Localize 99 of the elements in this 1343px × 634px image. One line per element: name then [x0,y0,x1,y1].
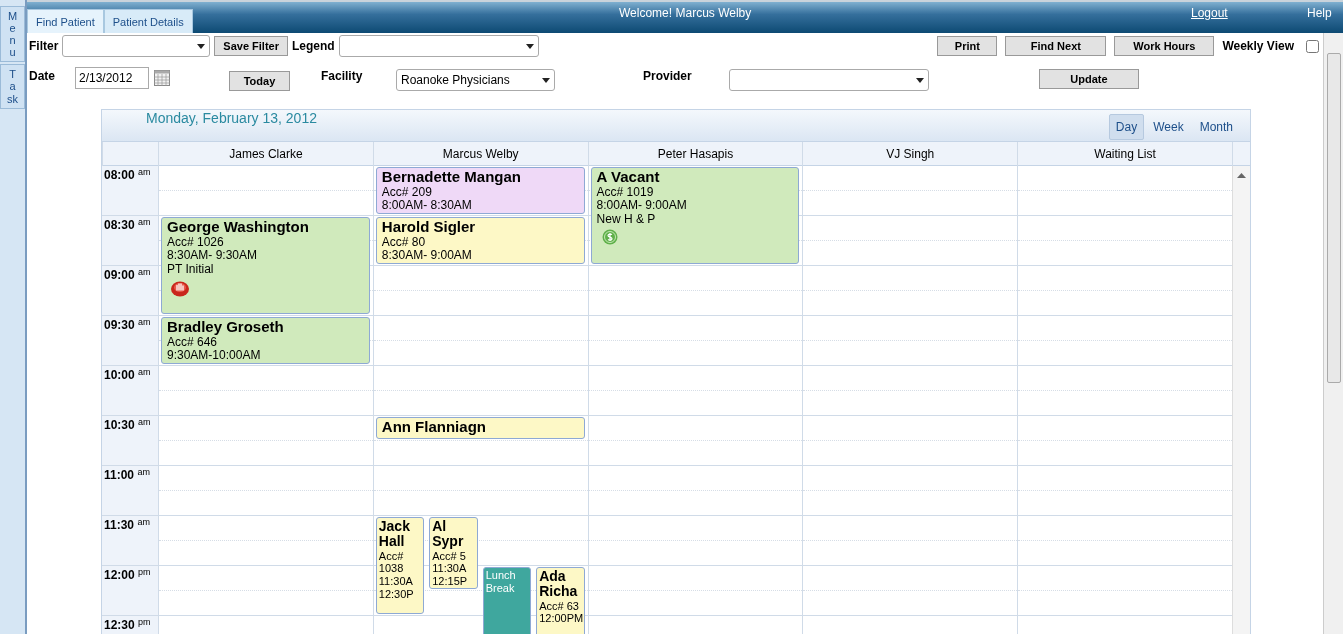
appointment-card[interactable]: Bernadette Mangan Acc# 209 8:00AM- 8:30AM [375,167,585,214]
today-button[interactable]: Today [229,71,290,91]
tab[interactable]: Patient Details [103,9,193,33]
appointment-time: 8:00AM- 9:00AM [596,199,688,214]
time-label: 09:00 [104,268,135,282]
appointment-time: 8:30AM- 9:30AM [167,249,259,264]
account-number: Acc# 63 [539,599,580,613]
date-field[interactable]: 2/13/2012 [75,67,149,89]
time-label: 08:30 [104,218,135,232]
blocked-time-label: Lunch Break [485,569,517,595]
appointment-time: 9:30AM-10:00AM [167,349,262,363]
weekly-view-label: Weekly View [1222,38,1294,55]
time-period: am [138,416,151,427]
toolbar-button[interactable]: Find Next [1005,36,1107,56]
patient-name: Ada Richa [539,569,579,600]
filter-dropdown[interactable] [62,35,211,57]
save-filter-button[interactable]: Save Filter [214,36,288,56]
legend-dropdown[interactable] [338,35,539,57]
time-label: 12:00 [104,568,135,582]
patient-name: Al Sypr [432,519,465,550]
appointment-card[interactable]: A Vacant Acc# 1019 8:00AM- 9:00AM New H & P [590,167,800,264]
legend-label: Legend [292,38,335,55]
time-label: 11:30 [104,518,135,532]
time-label: 09:30 [104,318,135,332]
calendar-date-title: Monday, February 13, 2012 [146,109,317,128]
time-period: am [138,166,151,177]
scroll-up-icon [1237,172,1246,178]
facility-label: Facility [321,68,364,85]
appointment-time: 12:00PM [539,612,582,626]
time-period: am [138,216,151,227]
time-label: 12:30 [104,618,135,632]
view-tab[interactable]: Week [1146,114,1191,140]
time-period: am [138,266,151,277]
appointment-card[interactable]: Al Sypr Acc# 5 11:30A 12:15P [429,517,478,589]
tab[interactable]: Find Patient [27,9,104,33]
time-period: pm [138,566,151,577]
patient-name: Ann Flanniagn [381,419,487,436]
facility-dropdown[interactable]: Roanoke Physicians [396,69,555,91]
view-tab[interactable]: Month [1192,114,1240,140]
account-number: Acc# 209 [381,185,433,200]
time-period: pm [138,616,151,627]
update-button[interactable]: Update [1039,69,1139,89]
account-number: Acc# 1038 [378,549,405,576]
provider-dropdown[interactable] [729,69,929,91]
time-period: am [137,516,150,527]
column-header: VJ Singh [802,142,1018,166]
patient-name: A Vacant [596,169,661,186]
time-period: am [138,366,151,377]
provider-label: Provider [643,68,693,85]
account-number: Acc# 646 [167,335,218,350]
account-number: Acc# 1026 [167,235,224,250]
column-header: James Clarke [158,142,373,166]
filter-label: Filter [29,38,59,55]
column-header: Marcus Welby [372,142,588,166]
appointment-card[interactable]: George Washington Acc# 1026 8:30AM- 9:30AM PT Initial [161,217,370,314]
appointment-card[interactable]: Ada Richa Acc# 63 12:00PM [536,567,585,634]
time-period: am [138,316,151,327]
time-label: 08:00 [104,168,135,182]
toolbar-button[interactable]: Work Hours [1114,36,1215,56]
patient-name: Bradley Groseth [167,319,285,336]
view-tab[interactable]: Day [1108,114,1145,140]
caret-icon [197,43,206,49]
welcome-text: Welcome! Marcus Welby [619,5,752,22]
appointment-card[interactable]: Harold Sigler Acc# 80 8:30AM- 9:00AM [375,217,585,264]
column-header: Waiting List [1017,142,1232,166]
toolbar-button[interactable]: Print [937,36,998,56]
patient-name: Bernadette Mangan [381,169,522,186]
date-label: Date [29,68,56,85]
time-label: 11:00 [104,468,135,482]
side-tab[interactable]: Task [0,64,25,109]
facility-value: Roanoke Physicians [401,72,510,89]
scrollbar[interactable] [1323,33,1343,634]
weekly-view-checkbox[interactable] [1306,39,1319,53]
side-tab[interactable]: Menu [0,6,25,63]
caret-icon [916,77,924,83]
caret-icon [542,77,550,83]
caret-icon [525,43,534,49]
appointment-type: PT Initial [167,263,215,277]
appointment-card[interactable]: Ann Flanniagn [375,417,585,439]
appointment-time: 11:30A 12:15P [432,562,469,588]
appointment-type: New H & P [596,213,657,227]
appointment-card[interactable]: Jack Hall Acc# 1038 11:30A 12:30P [375,517,425,614]
account-number: Acc# 1019 [596,185,655,200]
header-link[interactable]: Help [1307,4,1332,22]
patient-name: George Washington [167,219,310,236]
appointment-time: 8:30AM- 9:00AM [381,249,473,263]
calendar-icon[interactable] [154,70,170,86]
patient-name: Jack Hall [378,519,411,550]
patient-name: Harold Sigler [381,219,477,236]
appointment-time: 11:30A 12:30P [378,575,415,601]
header-link[interactable]: Logout [1191,4,1228,22]
column-header: Peter Hasapis [587,142,803,166]
appointment-time: 8:00AM- 8:30AM [381,199,473,213]
time-period: am [137,466,150,477]
time-label: 10:30 [104,418,135,432]
appointment-card[interactable]: Bradley Groseth Acc# 646 9:30AM-10:00AM [161,317,370,364]
account-number: Acc# 80 [381,235,427,250]
account-number: Acc# 5 [432,549,467,563]
time-label: 10:00 [104,368,135,382]
